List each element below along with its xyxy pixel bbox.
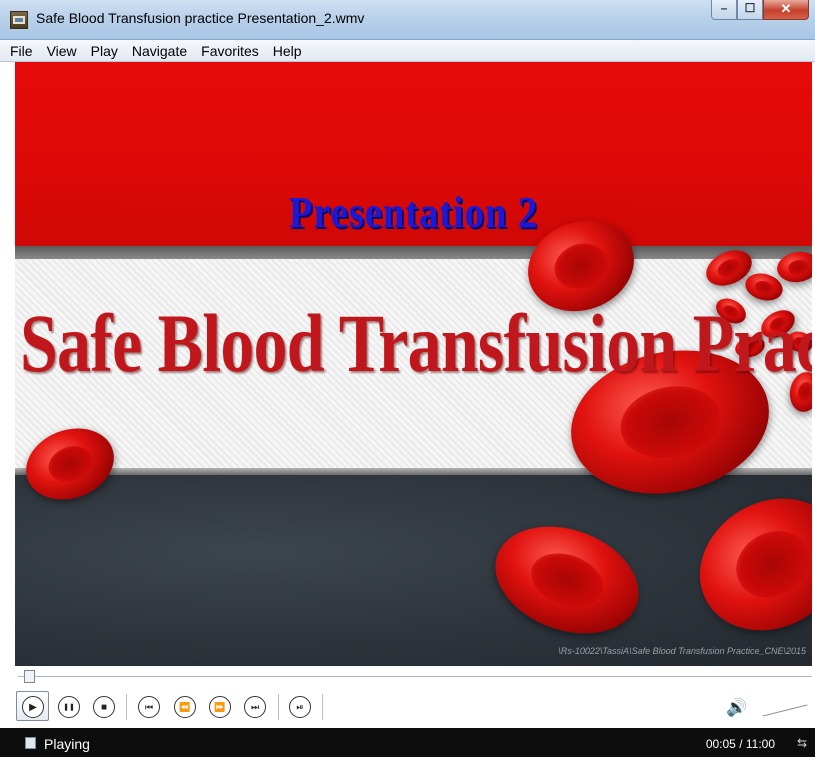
menu-play[interactable]: Play — [84, 43, 125, 59]
fast-forward-button[interactable]: ⏩ — [209, 696, 231, 718]
video-display[interactable]: Presentation 2 Safe Blood Transfusion Pr… — [15, 62, 812, 666]
pause-icon: ❚❚ — [63, 704, 75, 711]
frame-step-icon: ⏯ — [296, 701, 304, 712]
control-separator — [322, 694, 323, 720]
volume-slider[interactable] — [762, 704, 808, 717]
window-title: Safe Blood Transfusion practice Presenta… — [36, 10, 365, 26]
menu-file[interactable]: File — [0, 43, 40, 59]
slide-title: Safe Blood Transfusion Practice — [20, 297, 812, 389]
maximize-icon: ☐ — [744, 1, 756, 15]
menu-favorites[interactable]: Favorites — [194, 43, 266, 59]
seek-track[interactable] — [18, 676, 812, 677]
menu-help[interactable]: Help — [266, 43, 309, 59]
control-separator — [126, 694, 127, 720]
status-bar: Playing 00:05 / 11:00 ⇆ — [0, 728, 815, 757]
slide-watermark: \Rs-10022\TassiA\Safe Blood Transfusion … — [558, 646, 806, 656]
pause-button[interactable]: ❚❚ — [58, 696, 80, 718]
transport-controls: ▶ ❚❚ ■ ⏮ ⏪ ⏩ ⏭ ⏯ 🔊 — [0, 688, 815, 728]
rewind-icon: ⏪ — [179, 701, 191, 712]
close-icon: ✕ — [780, 1, 792, 16]
frame-step-button[interactable]: ⏯ — [289, 696, 311, 718]
slide-divider — [15, 246, 812, 259]
next-icon: ⏭ — [250, 701, 260, 712]
seek-bar[interactable] — [0, 667, 815, 688]
minimize-button[interactable]: – — [711, 0, 737, 20]
menu-bar: File View Play Navigate Favorites Help — [0, 40, 815, 62]
menu-navigate[interactable]: Navigate — [125, 43, 194, 59]
status-icon — [25, 737, 36, 749]
rewind-button[interactable]: ⏪ — [174, 696, 196, 718]
next-button[interactable]: ⏭ — [244, 696, 266, 718]
play-icon: ▶ — [29, 701, 37, 713]
window-controls: – ☐ ✕ — [711, 0, 809, 22]
fast-forward-icon: ⏩ — [214, 701, 226, 712]
switch-to-library-icon[interactable]: ⇆ — [797, 736, 807, 750]
time-display[interactable]: 00:05 / 11:00 — [706, 737, 775, 751]
presentation-label: Presentation 2 — [288, 188, 539, 237]
stop-button[interactable]: ■ — [93, 696, 115, 718]
seek-thumb[interactable] — [24, 670, 35, 683]
stop-icon: ■ — [100, 701, 108, 713]
maximize-button[interactable]: ☐ — [737, 0, 763, 20]
previous-button[interactable]: ⏮ — [138, 696, 160, 718]
minimize-icon: – — [720, 1, 728, 15]
close-button[interactable]: ✕ — [763, 0, 809, 20]
control-separator — [278, 694, 279, 720]
slide-dark-band — [15, 475, 812, 666]
play-button[interactable]: ▶ — [22, 696, 44, 718]
title-bar[interactable]: Safe Blood Transfusion practice Presenta… — [0, 0, 815, 40]
playback-status: Playing — [44, 736, 90, 752]
menu-view[interactable]: View — [40, 43, 84, 59]
media-player-icon — [10, 11, 28, 29]
previous-icon: ⏮ — [144, 701, 154, 712]
volume-icon[interactable]: 🔊 — [726, 698, 747, 718]
